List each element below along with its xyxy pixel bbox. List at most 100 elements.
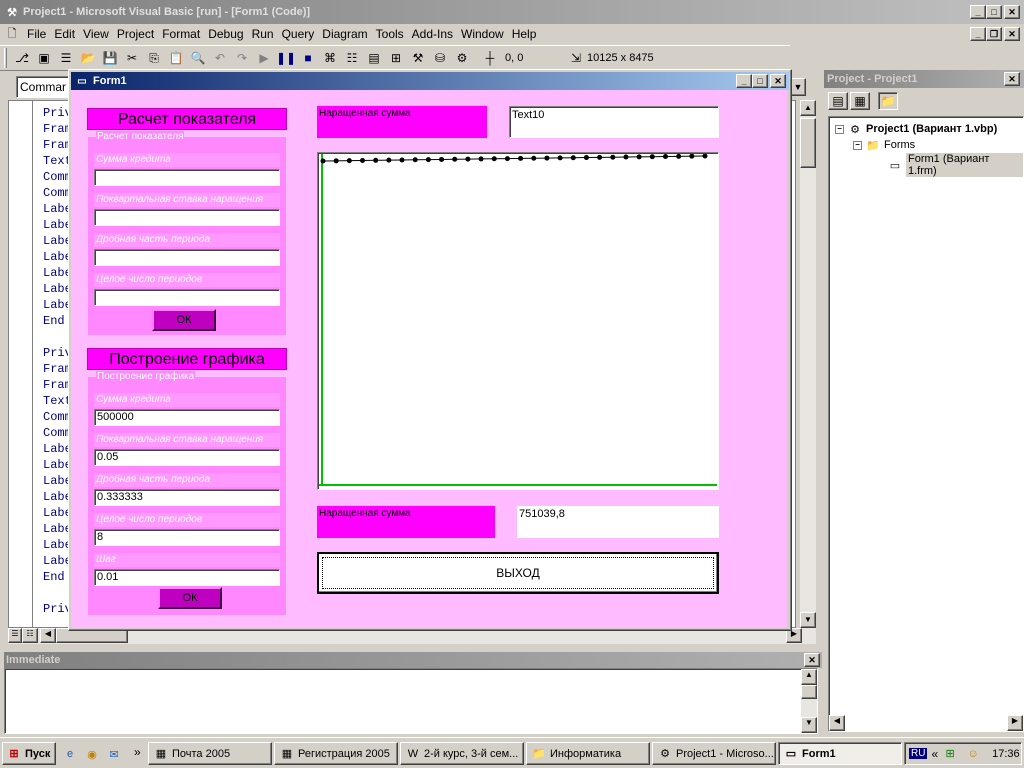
immediate-title-bar[interactable]: Immediate ✕ [4,652,822,668]
find-icon[interactable]: 🔍 [187,48,209,68]
field-textbox[interactable] [94,169,280,186]
menu-run[interactable]: Run [248,25,278,43]
immediate-close-button[interactable]: ✕ [804,653,820,667]
end-icon[interactable]: ■ [297,48,319,68]
tray-expand-icon[interactable]: « [931,747,938,761]
properties-icon[interactable]: ☷ [341,48,363,68]
cut-icon[interactable]: ✂ [121,48,143,68]
language-indicator[interactable]: RU [909,748,928,759]
code-window-icon[interactable]: 🗋 [4,26,20,42]
close-button[interactable]: ✕ [1004,5,1020,19]
taskbar-item[interactable]: ▦ Почта 2005 [148,742,272,765]
collapse-forms-icon[interactable]: − [853,140,862,150]
view-object-icon[interactable]: ▦ [850,92,870,110]
field-label: Сумма кредита [94,393,280,407]
graph-point [662,154,668,160]
section2-ok-button[interactable]: ОК [158,587,222,609]
project-explorer-icon[interactable]: ⌘ [319,48,341,68]
child-close-button[interactable]: ✕ [1004,27,1020,41]
code-vscrollbar[interactable]: ▲ ▼ [800,100,816,628]
project-root-label[interactable]: Project1 (Вариант 1.vbp) [866,123,997,135]
full-module-view-button[interactable]: ☷ [22,628,38,643]
menu-editor-icon[interactable]: ☰ [55,48,77,68]
media-player-icon[interactable]: ◉ [84,746,100,762]
ie-icon[interactable]: e [62,746,78,762]
toggle-folders-icon[interactable]: 📁 [878,92,898,110]
component-manager-icon[interactable]: ⚙ [451,48,473,68]
add-project-icon[interactable]: ⎇ [11,48,33,68]
menu-window[interactable]: Window [457,25,508,43]
ide-title-bar[interactable]: ⚒ Project1 - Microsoft Visual Basic [run… [0,0,1024,24]
menu-tools[interactable]: Tools [372,25,408,43]
save-icon[interactable]: 💾 [99,48,121,68]
exit-button[interactable]: ВЫХОД [317,552,719,594]
field-textbox[interactable]: 500000 [94,409,280,426]
menu-addins[interactable]: Add-Ins [408,25,457,43]
taskbar-item[interactable]: W 2-й курс, 3-й сем... [400,742,524,765]
open-icon[interactable]: 📂 [77,48,99,68]
form-node-label[interactable]: Form1 (Вариант 1.frm) [906,153,1023,177]
menu-query[interactable]: Query [278,25,319,43]
field-textbox[interactable] [94,289,280,306]
field-textbox[interactable]: 0.333333 [94,489,280,506]
field-textbox[interactable]: 8 [94,529,280,546]
project-explorer-title-bar[interactable]: Project - Project1 ✕ [824,70,1024,88]
section1-frame-caption: Расчет показателя [96,131,185,142]
menu-help[interactable]: Help [508,25,541,43]
field-textbox[interactable] [94,209,280,226]
form1-title-bar[interactable]: ▭ Form1 _ □ ✕ [71,72,789,90]
taskbar-item[interactable]: ⚙ Project1 - Microso... [652,742,776,765]
taskbar-item[interactable]: ▭ Form1 [778,742,902,765]
maximize-button[interactable]: □ [986,5,1002,19]
field-textbox[interactable] [94,249,280,266]
field-textbox[interactable]: 0.05 [94,449,280,466]
minimize-button[interactable]: _ [970,5,986,19]
paste-icon[interactable]: 📋 [165,48,187,68]
child-minimize-button[interactable]: _ [970,27,986,41]
immediate-window: Immediate ✕ ▲ ▼ [4,652,822,736]
object-browser-icon[interactable]: ⊞ [385,48,407,68]
form1-minimize-button[interactable]: _ [736,74,752,88]
immediate-input[interactable]: ▲ ▼ [4,668,818,734]
taskbar-item[interactable]: ▦ Регистрация 2005 [274,742,398,765]
collapse-root-icon[interactable]: − [835,124,844,134]
toolbox-icon[interactable]: ⚒ [407,48,429,68]
menu-debug[interactable]: Debug [204,25,247,43]
child-restore-button[interactable]: ❐ [986,27,1002,41]
menu-edit[interactable]: Edit [50,25,79,43]
procedure-combo-arrow[interactable]: ▼ [790,78,806,96]
add-form-icon[interactable]: ▣ [33,48,55,68]
field-textbox[interactable]: 0.01 [94,569,280,586]
form-layout-icon[interactable]: ▤ [363,48,385,68]
view-code-icon[interactable]: ▤ [828,92,848,110]
redo-icon[interactable]: ↷ [231,48,253,68]
taskbar-item[interactable]: 📁 Информатика [526,742,650,765]
procedure-view-button[interactable]: ☰ [8,628,22,643]
menu-project[interactable]: Project [113,25,158,43]
security-icon[interactable]: ☺ [965,746,981,762]
top-result-textbox[interactable]: Text10 [509,106,719,138]
copy-icon[interactable]: ⎘ [143,48,165,68]
break-icon[interactable]: ❚❚ [275,48,297,68]
clock[interactable]: 17:36 [992,748,1020,760]
menu-file[interactable]: File [23,25,50,43]
forms-folder-label[interactable]: Forms [884,139,915,151]
menu-format[interactable]: Format [158,25,204,43]
section1-ok-button[interactable]: ОК [152,309,216,331]
quicklaunch-more-icon[interactable]: » [134,745,141,759]
start-button[interactable]: ⊞ Пуск [2,742,56,765]
code-vscroll-thumb[interactable] [800,118,816,168]
data-view-icon[interactable]: ⛁ [429,48,451,68]
network-icon[interactable]: ⊞ [942,746,958,762]
project-explorer-close-button[interactable]: ✕ [1004,72,1020,86]
outlook-express-icon[interactable]: ✉ [106,746,122,762]
object-combo[interactable]: Commar [16,76,72,98]
form1-maximize-button[interactable]: □ [752,74,768,88]
graph-point [373,157,379,163]
form1-close-button[interactable]: ✕ [770,74,786,88]
menu-view[interactable]: View [79,25,113,43]
menu-diagram[interactable]: Diagram [318,25,371,43]
taskbar-app-icon: ⚙ [660,748,670,760]
undo-icon[interactable]: ↶ [209,48,231,68]
start-icon[interactable]: ▶ [253,48,275,68]
